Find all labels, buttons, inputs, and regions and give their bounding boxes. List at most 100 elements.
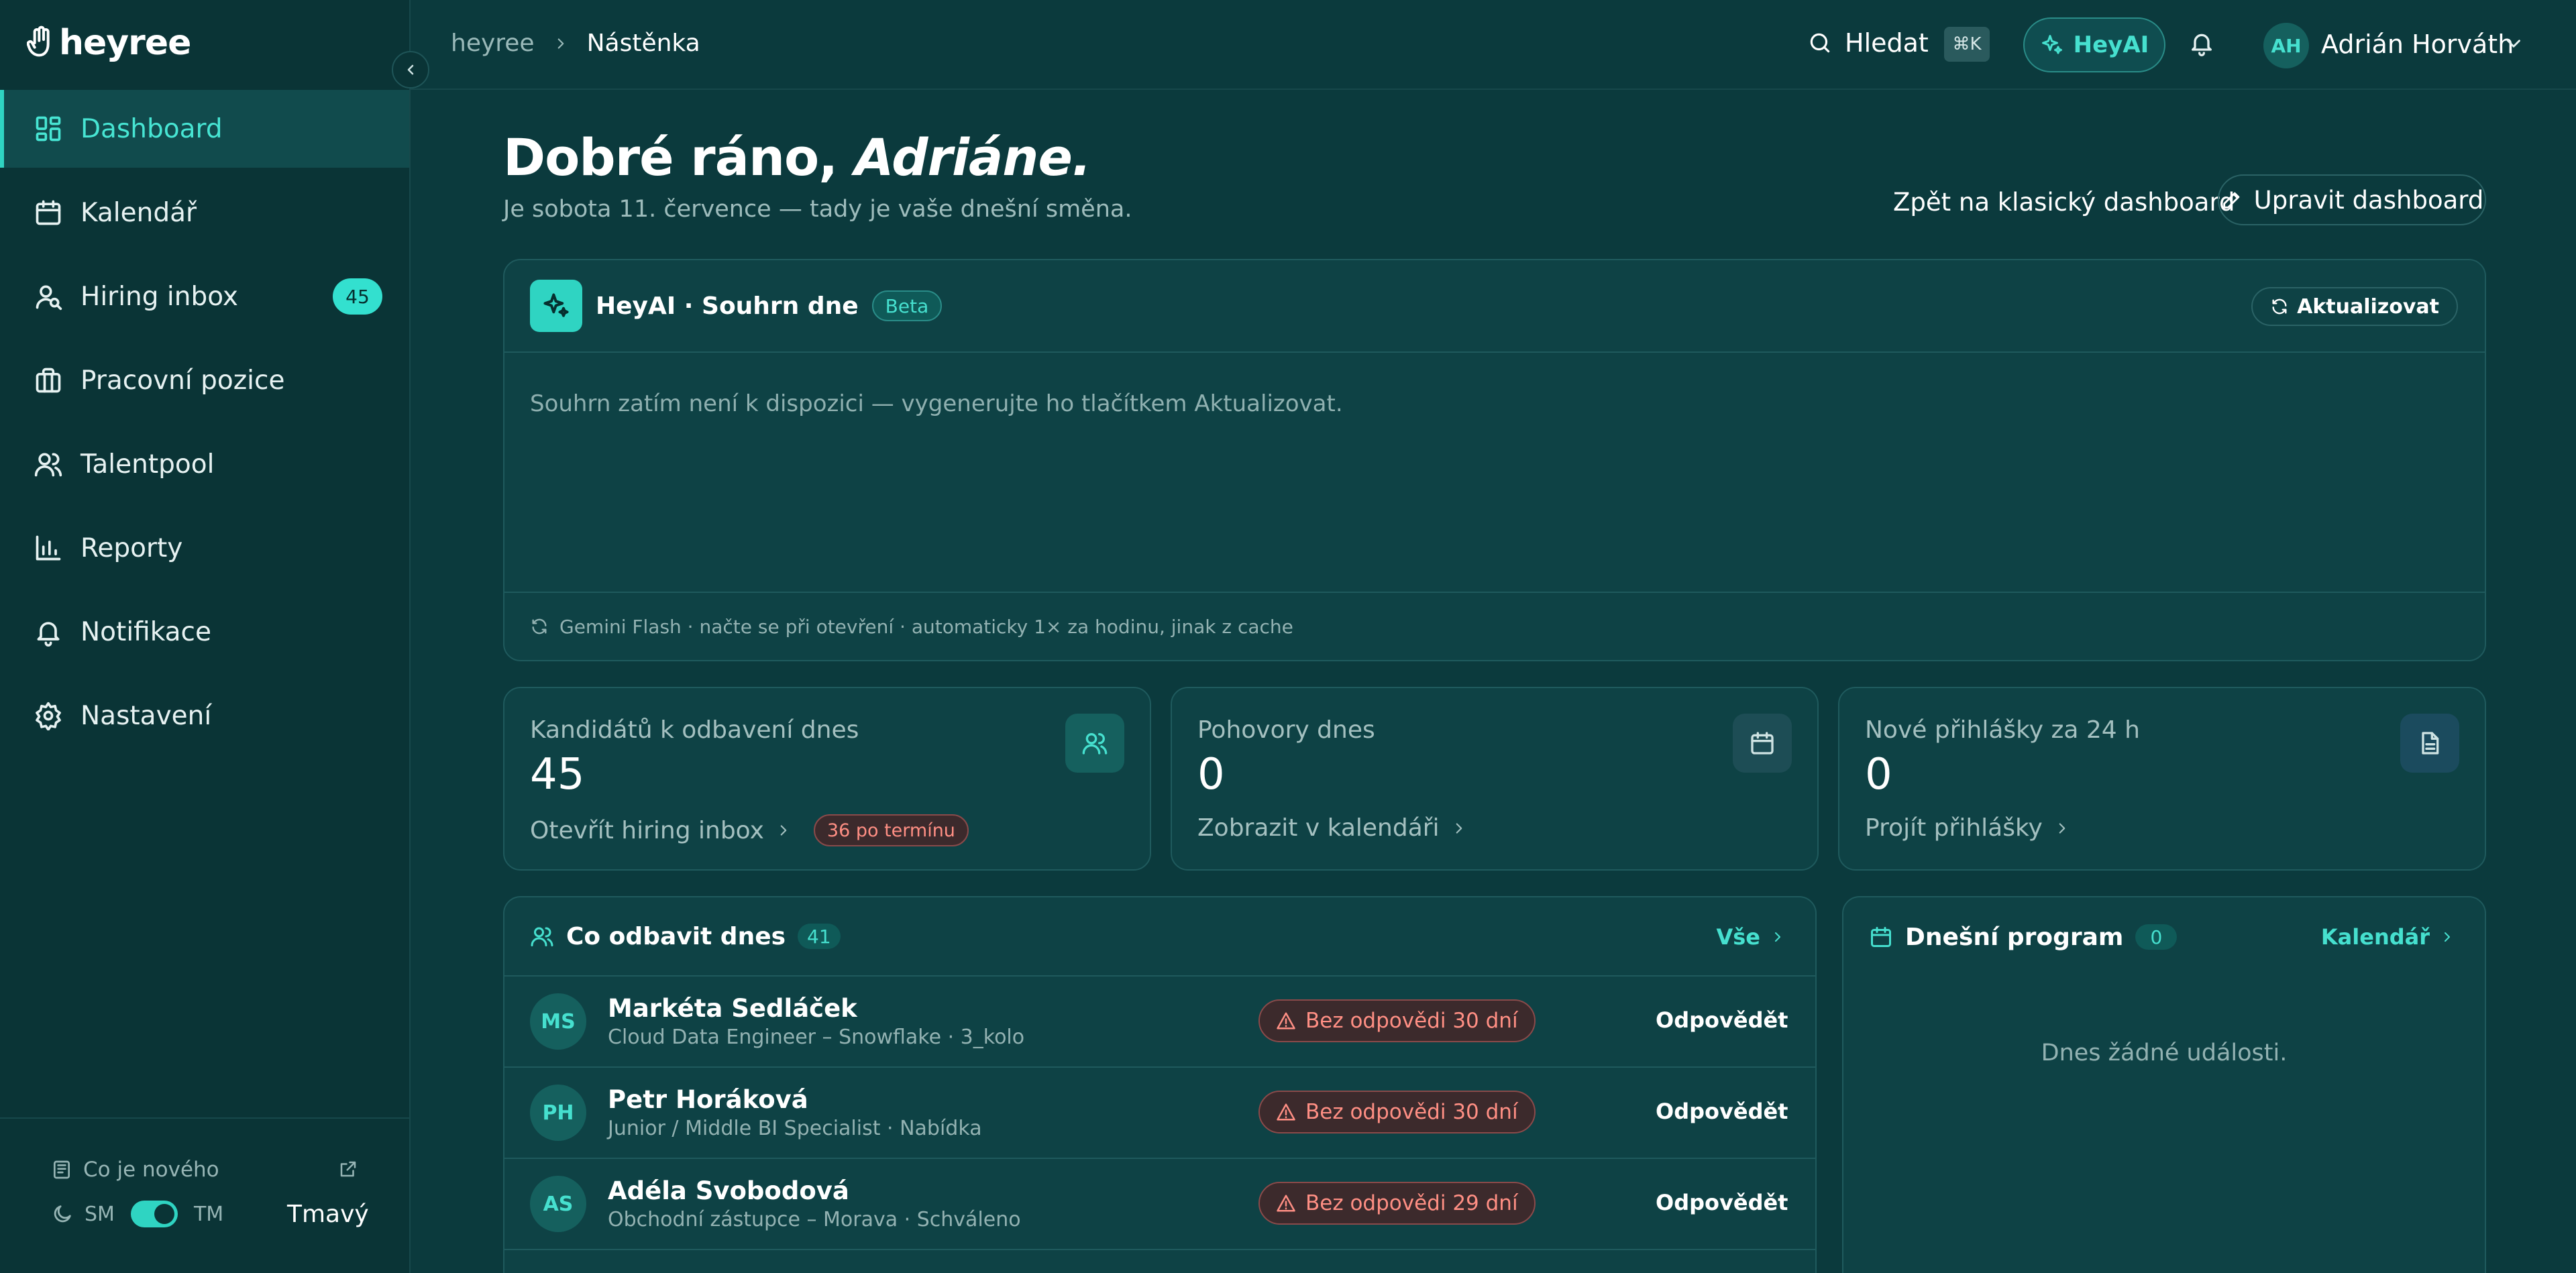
sidebar-item-label: Reporty <box>80 533 183 563</box>
program-count: 0 <box>2135 924 2178 950</box>
logo-text: heyree <box>59 23 191 63</box>
row-text: Petr Horáková Junior / Middle BI Special… <box>608 1085 982 1140</box>
whats-new-label: Co je nového <box>83 1158 219 1182</box>
search-icon <box>1810 33 1830 53</box>
refresh-icon <box>2272 298 2287 315</box>
stat-label: Pohovory dnes <box>1197 716 1375 744</box>
moon-icon <box>54 1205 71 1223</box>
users-icon <box>1065 714 1124 773</box>
page-subtitle: Je sobota 11. července — tady je vaše dn… <box>503 196 1132 223</box>
users-icon <box>531 927 553 946</box>
warning-icon <box>1277 1103 1295 1121</box>
program-title: Dnešní program <box>1905 923 2124 951</box>
sidebar-item-label: Dashboard <box>80 113 223 144</box>
calendar-link[interactable]: Kalendář <box>2321 924 2455 950</box>
sidebar-item-settings[interactable]: Nastavení <box>0 677 409 755</box>
stat-link-label: Zobrazit v kalendáři <box>1197 814 1440 842</box>
user-avatar[interactable]: AH <box>2263 23 2309 68</box>
reply-button[interactable]: Odpovědět <box>1656 1099 1788 1124</box>
sidebar-item-talentpool[interactable]: Talentpool <box>0 425 409 503</box>
status-badge-label: Bez odpovědi 30 dní <box>1305 1009 1518 1033</box>
search-button[interactable]: Hledat <box>1807 28 1929 58</box>
sidebar-item-hiring-inbox[interactable]: Hiring inbox 45 <box>0 258 409 335</box>
briefcase-icon <box>36 368 61 393</box>
user-name[interactable]: Adrián Horváth <box>2321 30 2514 59</box>
users-icon <box>34 453 62 477</box>
notifications-bell-icon[interactable] <box>2188 30 2215 56</box>
refresh-summary-button[interactable]: Aktualizovat <box>2251 287 2458 326</box>
page-title: Dobré ráno, Adriáne. <box>503 127 1091 187</box>
edit-dashboard-button[interactable]: Upravit dashboard <box>2218 174 2486 225</box>
collapse-sidebar-button[interactable] <box>392 51 429 89</box>
document-icon <box>2400 714 2459 773</box>
stat-label: Kandidátů k odbavení dnes <box>530 716 859 744</box>
beta-badge: Beta <box>871 290 943 321</box>
gear-icon <box>36 702 61 730</box>
theme-switch: SM TM <box>51 1201 223 1227</box>
chevron-left-icon <box>407 64 414 75</box>
sparkles-icon <box>2041 35 2062 54</box>
chevron-right-icon <box>557 38 564 49</box>
stat-card-candidates: Kandidátů k odbavení dnes 45 Otevřít hir… <box>503 687 1151 871</box>
view-all-label: Vše <box>1716 924 1760 950</box>
reply-button[interactable]: Odpovědět <box>1656 1007 1788 1033</box>
sidebar-item-dashboard[interactable]: Dashboard <box>0 90 409 168</box>
sidebar-item-label: Kalendář <box>80 197 197 228</box>
table-row[interactable]: AS Adéla Svobodová Obchodní zástupce – M… <box>504 1159 1815 1250</box>
sidebar-item-label: Talentpool <box>80 449 215 480</box>
calendar-icon <box>1871 927 1891 947</box>
chevron-right-icon <box>2059 822 2065 834</box>
ai-summary-footer-text: Gemini Flash · načte se při otevření · a… <box>559 615 1293 638</box>
ai-summary-title: HeyAI · Souhrn dne <box>596 292 859 320</box>
sidebar-item-reports[interactable]: Reporty <box>0 509 409 587</box>
todo-title: Co odbavit dnes <box>566 922 786 950</box>
sidebar-item-label: Notifikace <box>80 616 211 647</box>
logo[interactable]: heyree <box>27 23 191 63</box>
breadcrumb-current: Nástěnka <box>586 30 700 57</box>
edit-dashboard-label: Upravit dashboard <box>2253 185 2484 215</box>
table-row[interactable]: MS Markéta Sedláček Cloud Data Engineer … <box>504 977 1815 1068</box>
heyai-button[interactable]: HeyAI <box>2023 17 2165 72</box>
candidate-position: Obchodní zástupce – Morava · Schváleno <box>608 1208 1021 1231</box>
show-in-calendar-link[interactable]: Zobrazit v kalendáři <box>1197 814 1468 842</box>
external-link-icon[interactable] <box>338 1159 358 1179</box>
refresh-icon <box>532 618 547 634</box>
status-badge: Bez odpovědi 30 dní <box>1258 1091 1536 1133</box>
user-search-icon <box>36 285 62 311</box>
view-all-link[interactable]: Vše <box>1716 924 1786 950</box>
status-badge-label: Bez odpovědi 29 dní <box>1305 1191 1518 1215</box>
sidebar-item-positions[interactable]: Pracovní pozice <box>0 341 409 419</box>
program-header: Dnešní program 0 Kalendář <box>1843 897 2485 977</box>
bar-chart-icon <box>36 535 61 561</box>
whats-new-link[interactable]: Co je nového <box>51 1158 219 1182</box>
status-badge: Bez odpovědi 29 dní <box>1258 1182 1536 1225</box>
breadcrumb-root[interactable]: heyree <box>451 30 535 57</box>
classic-dashboard-link[interactable]: Zpět na klasický dashboard <box>1893 188 2235 217</box>
stat-label: Nové přihlášky za 24 h <box>1865 716 2140 744</box>
candidate-name: Markéta Sedláček <box>608 994 857 1023</box>
status-badge-label: Bez odpovědi 30 dní <box>1305 1100 1518 1124</box>
theme-value: Tmavý <box>287 1201 369 1228</box>
sidebar-item-notifications[interactable]: Notifikace <box>0 593 409 671</box>
theme-toggle[interactable] <box>130 1201 178 1227</box>
ai-summary-header: HeyAI · Souhrn dne Beta Aktualizovat <box>504 260 2485 353</box>
open-hiring-inbox-link[interactable]: Otevřít hiring inbox 36 po termínu <box>530 814 969 846</box>
chevron-right-icon <box>2445 932 2450 942</box>
review-applications-link[interactable]: Projít přihlášky <box>1865 814 2071 842</box>
overdue-badge: 36 po termínu <box>813 814 969 846</box>
theme-right-label: TM <box>193 1202 224 1226</box>
sidebar-item-calendar[interactable]: Kalendář <box>0 174 409 252</box>
warning-icon <box>1277 1195 1295 1212</box>
reply-button[interactable]: Odpovědět <box>1656 1190 1788 1215</box>
heyai-label: HeyAI <box>2073 32 2149 58</box>
stat-card-interviews: Pohovory dnes 0 Zobrazit v kalendáři <box>1171 687 1819 871</box>
status-badge: Bez odpovědi 30 dní <box>1258 999 1536 1042</box>
grid-icon <box>36 116 61 142</box>
stat-card-applications: Nové přihlášky za 24 h 0 Projít přihlášk… <box>1838 687 2486 871</box>
chevron-down-icon[interactable] <box>2502 32 2525 55</box>
hand-logo-icon <box>27 25 50 57</box>
sidebar-item-label: Pracovní pozice <box>80 365 285 396</box>
ai-summary-body: Souhrn zatím není k dispozici — vygeneru… <box>504 353 2485 593</box>
table-row[interactable]: PH Petr Horáková Junior / Middle BI Spec… <box>504 1068 1815 1159</box>
stat-value: 0 <box>1865 750 1892 799</box>
